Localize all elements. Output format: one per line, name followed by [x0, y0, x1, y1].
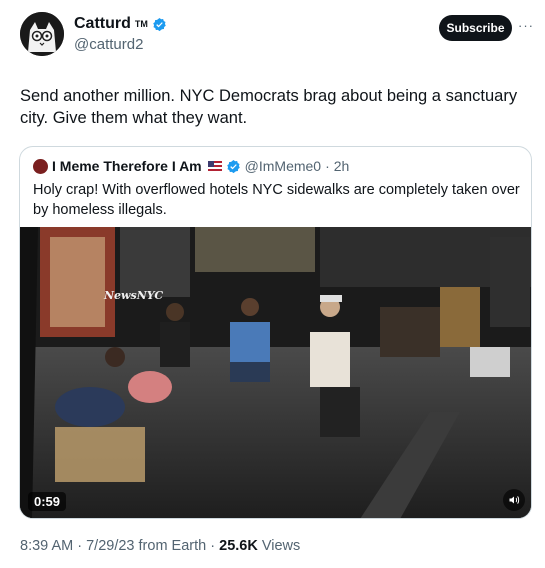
speaker-glyph — [509, 496, 520, 504]
video-duration: 0:59 — [28, 492, 67, 511]
quoted-author-handle[interactable]: @ImMeme0 — [245, 158, 321, 174]
views-count[interactable]: 25.6K — [219, 538, 258, 554]
quoted-time[interactable]: 2h — [334, 158, 350, 174]
tweet-time[interactable]: 8:39 AM — [20, 538, 73, 554]
cat-avatar-icon — [20, 12, 64, 56]
verified-badge-icon — [226, 159, 240, 173]
trademark-mark: TM — [134, 19, 148, 29]
quoted-tweet[interactable]: I Meme Therefore I Am @ImMeme0 · 2h Holy… — [19, 146, 532, 519]
tweet-source: from Earth — [138, 538, 207, 554]
video-watermark: NewsNYC — [104, 289, 164, 302]
separator-dot: · — [325, 158, 330, 174]
subscribe-button[interactable]: Subscribe — [439, 15, 512, 41]
meta-separator: · — [210, 538, 216, 554]
us-flag-icon — [207, 161, 222, 171]
speaker-icon[interactable] — [503, 489, 525, 511]
author-handle[interactable]: @catturd2 — [74, 36, 143, 53]
quoted-text: Holy crap! With overflowed hotels NYC si… — [33, 182, 520, 218]
quoted-author-name[interactable]: I Meme Therefore I Am — [52, 158, 202, 174]
tweet-text: Send another million. NYC Democrats brag… — [20, 87, 518, 127]
verified-badge-icon — [153, 17, 166, 31]
author-name-text[interactable]: Catturd — [74, 15, 131, 33]
more-options-icon[interactable]: ··· — [518, 18, 534, 33]
tweet-meta: 8:39 AM · 7/29/23 from Earth · 25.6K Vie… — [20, 538, 300, 554]
meta-separator: · — [77, 538, 83, 554]
author-name[interactable]: Catturd TM — [74, 15, 167, 33]
tweet: Catturd TM @catturd2 Subscribe ··· Send … — [0, 0, 545, 568]
video-frame — [20, 227, 531, 518]
tweet-date[interactable]: 7/29/23 — [86, 538, 134, 554]
views-label: Views — [261, 538, 301, 554]
quoted-avatar[interactable] — [33, 158, 48, 174]
avatar[interactable] — [20, 12, 64, 56]
video-player[interactable]: NewsNYC 0:59 — [20, 227, 531, 518]
quoted-header: I Meme Therefore I Am @ImMeme0 · 2h — [33, 158, 349, 174]
